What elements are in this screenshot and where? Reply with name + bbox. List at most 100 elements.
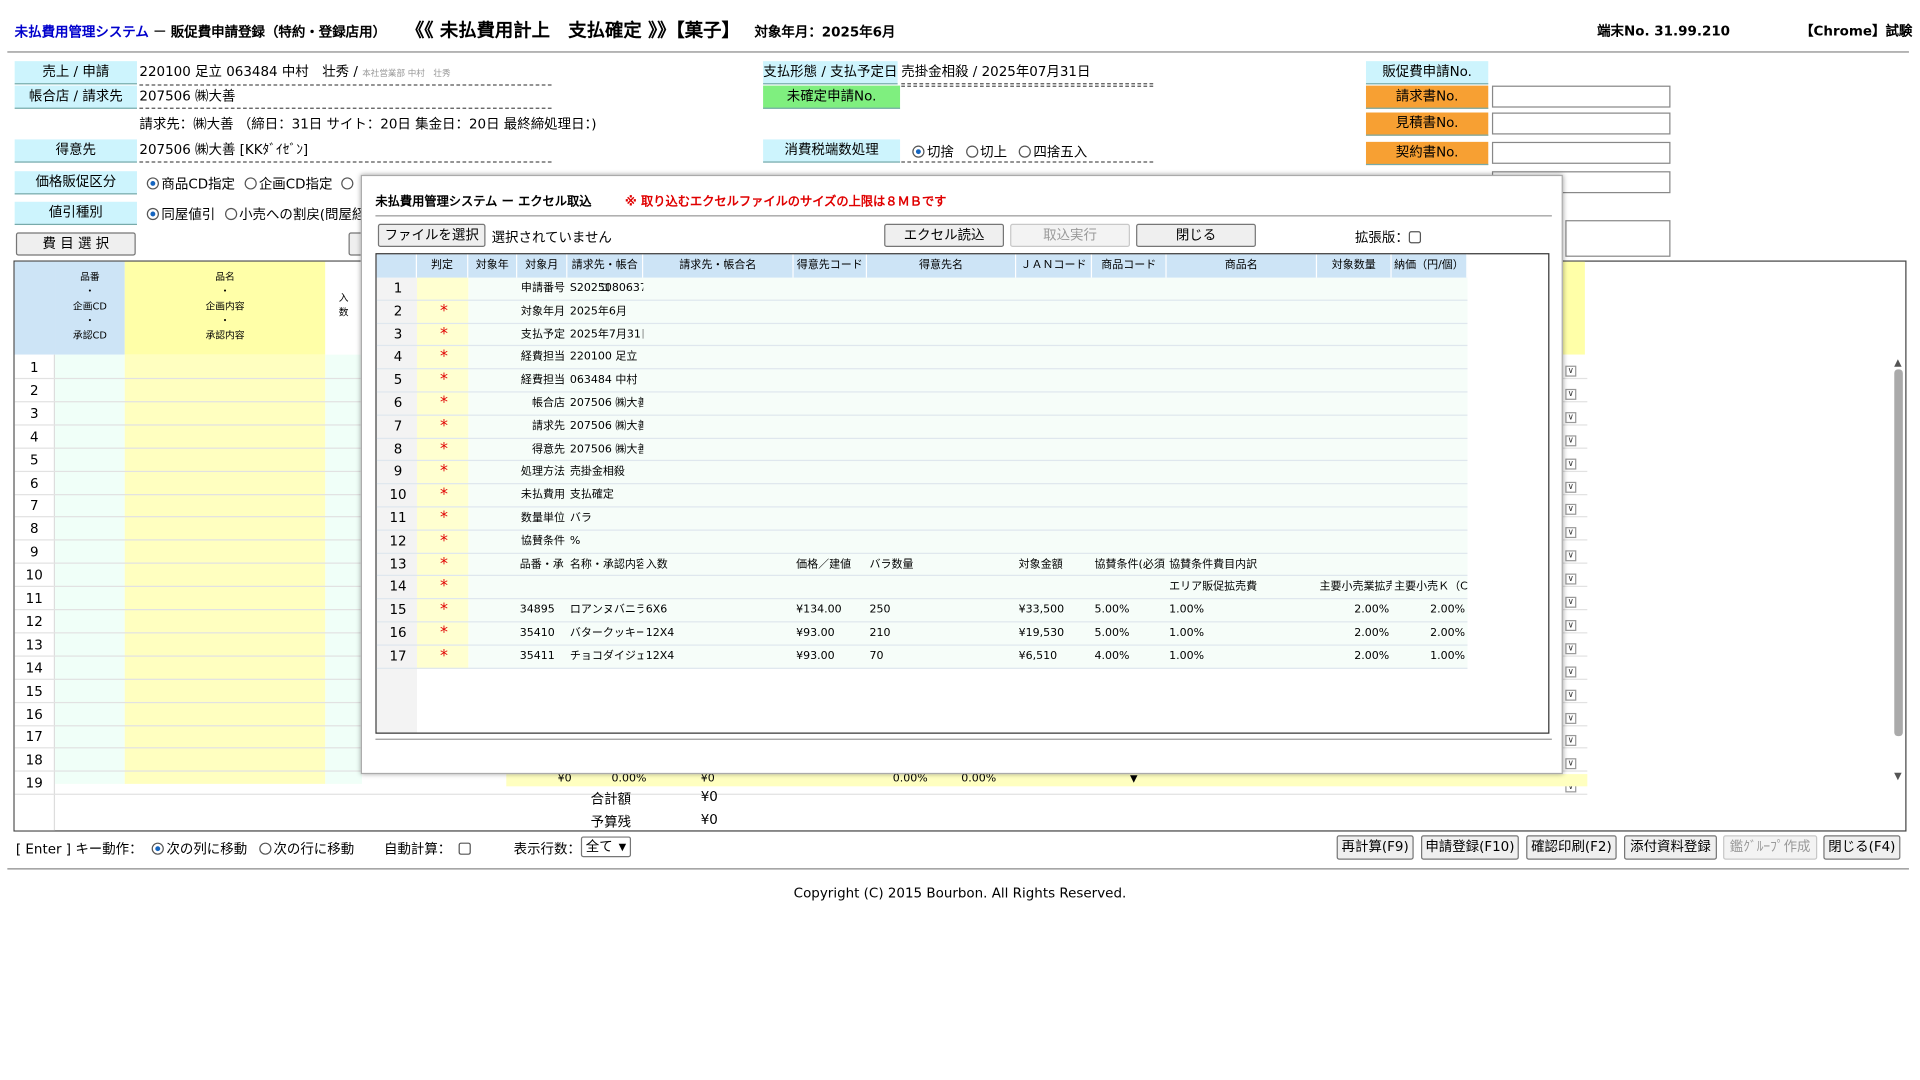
import-execute-button[interactable]: 取込実行 (1010, 223, 1130, 248)
preview-cell: 請求先 (531, 420, 565, 433)
budget-value: ¥0 (700, 812, 718, 828)
row-chevron-down-icon[interactable]: ∨ (1565, 383, 1577, 400)
vertical-scrollbar[interactable]: ▲ ▼ (1892, 357, 1904, 783)
recalc-button[interactable]: 再計算(F9) (1336, 835, 1414, 860)
enter-radio-row[interactable] (258, 842, 272, 855)
file-select-button[interactable]: ファイルを選択 (377, 223, 486, 248)
mitsumori-input[interactable] (1491, 112, 1671, 135)
preview-cell: ¥33,500 (1018, 604, 1065, 617)
preview-cell: 協賛条件 (520, 535, 565, 548)
row-chevron-down-icon[interactable]: ∨ (1565, 706, 1577, 724)
row-chevron-down-icon[interactable]: ∨ (1565, 498, 1577, 516)
preview-cell: 12X4 (645, 627, 675, 640)
preview-row-number: 16 (389, 624, 407, 641)
required-star-icon: * (439, 439, 448, 459)
required-star-icon: * (439, 508, 448, 528)
nebiki-radio-2[interactable] (224, 207, 237, 221)
row-chevron-down-icon[interactable]: ∨ (1565, 452, 1577, 470)
preview-cell: 1.00% (1169, 627, 1205, 640)
kakaku-radio-2[interactable] (244, 177, 257, 190)
kakaku-radio-3[interactable] (341, 177, 354, 190)
row-chevron-down-icon[interactable]: ∨ (1565, 475, 1577, 493)
seikyusho-label: 請求書No. (1365, 85, 1489, 109)
shohizei-radio-2[interactable] (965, 145, 978, 158)
col-hinmei: 品名・企画内容・承認内容 (124, 261, 326, 355)
row-chevron-down-icon[interactable]: ∨ (1565, 591, 1577, 608)
preview-row: 2 * 対象年月 2025年6月 (376, 301, 1468, 324)
nebiki-radio-1[interactable] (146, 207, 159, 221)
dialog-title: 未払費用管理システム ー エクセル取込 (375, 195, 592, 210)
terminal-no: 端末No. 31.99.210 (1597, 23, 1731, 40)
preview-row-number: 11 (389, 509, 407, 526)
row-chevron-down-icon[interactable]: ∨ (1565, 752, 1577, 770)
register-button[interactable]: 申請登録(F10) (1421, 835, 1519, 860)
extended-checkbox[interactable] (1408, 231, 1422, 244)
himoku-select-button[interactable]: 費 目 選 択 (15, 232, 136, 256)
required-star-icon: * (439, 416, 448, 436)
close-button[interactable]: 閉じる(F4) (1823, 835, 1901, 860)
preview-row-number: 8 (393, 440, 403, 457)
row-chevron-down-icon[interactable]: ∨ (1565, 660, 1577, 678)
required-star-icon: * (439, 370, 448, 390)
row-chevron-down-icon[interactable]: ∨ (1565, 729, 1577, 747)
shohizei-radio-1[interactable] (912, 145, 925, 158)
preview-cell: 063484 中村 (569, 374, 638, 387)
shohizei-options: 切捨 切上 四捨五入 (912, 142, 1087, 162)
row-chevron-down-icon[interactable]: ∨ (1565, 360, 1577, 377)
attach-button[interactable]: 添付資料登録 (1624, 835, 1717, 860)
excel-read-button[interactable]: エクセル読込 (884, 223, 1005, 248)
row-chevron-down-icon[interactable]: ∨ (1565, 614, 1577, 631)
print-button[interactable]: 確認印刷(F2) (1526, 835, 1617, 860)
preview-cell: 2.00% (1430, 604, 1466, 617)
preview-row-number: 1 (393, 280, 403, 296)
row-number: 6 (29, 475, 39, 491)
preview-cell: 入数 (645, 558, 668, 571)
preview-cell: 2.00% (1354, 650, 1390, 663)
auto-calc-checkbox[interactable] (458, 842, 471, 855)
rows-select[interactable]: 全て ▼ (580, 836, 632, 858)
footer-yen-1: ¥0 (557, 772, 572, 786)
row-chevron-down-icon[interactable]: ∨ (1565, 568, 1577, 585)
preview-cell: 2.00% (1354, 604, 1390, 617)
remarks-box[interactable] (1565, 220, 1671, 257)
preview-cell: 主要小売Ｋ（C (1394, 581, 1468, 594)
preview-row-number: 2 (393, 303, 403, 319)
preview-col-header: 得意先コード (793, 254, 868, 278)
scrollbar-thumb[interactable] (1893, 369, 1903, 737)
enter-radio-col[interactable] (151, 842, 165, 855)
preview-cell: 35410 (519, 627, 555, 640)
row-chevron-down-icon[interactable]: ∨ (1565, 683, 1577, 701)
budget-label: 予算残 (590, 814, 632, 831)
kakaku-radio-1[interactable] (146, 177, 159, 190)
required-star-icon: * (439, 347, 448, 367)
preview-cell: 2025年7月31日 (569, 328, 643, 341)
dialog-close-button[interactable]: 閉じる (1136, 223, 1256, 248)
preview-cell: 5.00% (1094, 604, 1130, 617)
row-chevron-down-icon[interactable]: ∨ (1565, 544, 1577, 562)
row-number: 2 (29, 382, 39, 399)
row-chevron-down-icon[interactable]: ∨ (1565, 406, 1577, 423)
row-chevron-down-icon[interactable]: ∨ (1565, 521, 1577, 539)
row-number: 16 (25, 706, 43, 723)
row-number: 12 (25, 613, 43, 630)
row-chevron-down-icon[interactable]: ∨ (1565, 429, 1577, 446)
uriage-value: 220100 足立 063484 中村 壮秀 / 本社営業部 中村 壮秀 (139, 61, 552, 86)
row-number: 13 (25, 636, 43, 653)
group-create-button[interactable]: 鑑ｸﾞﾙｰﾌﾟ作成 (1723, 835, 1818, 860)
preview-cell: 1.00% (1430, 650, 1466, 663)
preview-row-number: 15 (389, 601, 407, 618)
seikyusho-input[interactable] (1491, 85, 1671, 108)
row-number: 8 (29, 521, 39, 538)
preview-cell: 35411 (519, 650, 555, 663)
seikyu-info: 請求先：㈱大善 （締日：31日 サイト：20日 集金日：20日 最終締処理日：) (139, 116, 597, 133)
shohizei-radio-3[interactable] (1018, 145, 1031, 158)
preview-row-number: 13 (389, 555, 407, 572)
row-chevron-down-icon[interactable]: ∨ (1565, 637, 1577, 655)
preview-col-header: 得意先名 (867, 254, 1017, 278)
preview-cell: 220100 足立 (569, 351, 638, 364)
preview-cell: 協賛条件費目内訳 (1169, 558, 1258, 571)
footer-chevron-icon[interactable]: ▼ (1130, 773, 1138, 784)
auto-calc-option: 自動計算： (384, 839, 471, 859)
preview-row: 14 * エリア販促拡売費 主要小売業拡売 主要小売Ｋ（C (376, 576, 1468, 600)
keiyaku-input[interactable] (1491, 141, 1671, 164)
